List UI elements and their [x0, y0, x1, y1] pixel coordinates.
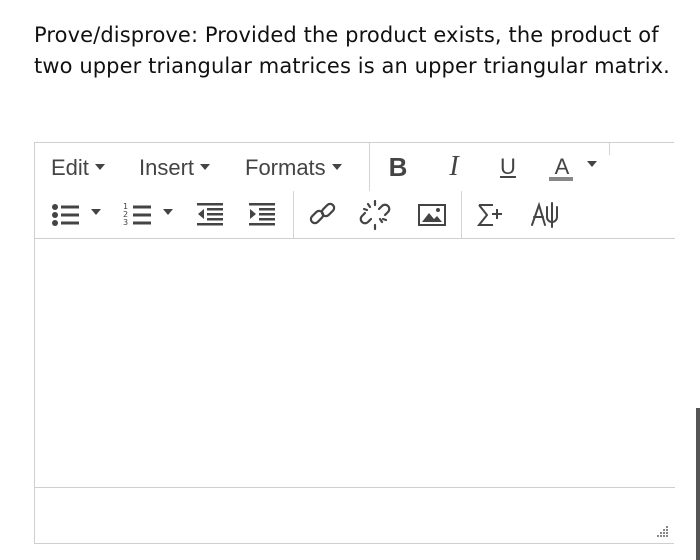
scrollbar[interactable] — [696, 408, 700, 560]
edit-menu-label: Edit — [51, 155, 89, 180]
bullet-list-icon — [52, 204, 79, 226]
chevron-down-icon — [331, 164, 342, 171]
indent-icon — [249, 203, 275, 226]
toolbar-row-2: 1 2 3 — [35, 191, 675, 239]
chevron-down-icon[interactable] — [163, 209, 173, 215]
insert-menu-label: Insert — [139, 155, 195, 180]
numbered-list-icon: 1 2 3 — [123, 202, 151, 227]
toolbar-separator — [461, 191, 462, 239]
outdent-button[interactable] — [195, 197, 225, 233]
toolbar-separator — [609, 143, 610, 155]
image-icon — [418, 204, 446, 226]
formats-menu-label: Formats — [245, 155, 326, 180]
italic-button[interactable]: I — [439, 149, 469, 185]
svg-text:3: 3 — [123, 218, 128, 227]
question-text: Prove/disprove: Provided the product exi… — [34, 23, 670, 78]
link-icon — [309, 202, 336, 225]
editor-toolbar: Edit Insert Formats B I U A 1 2 3 — [35, 143, 675, 239]
underline-button[interactable]: U — [493, 149, 523, 185]
editor-statusbar — [35, 488, 675, 544]
equation-icon — [476, 204, 502, 226]
insert-image-button[interactable] — [417, 197, 447, 233]
toolbar-separator — [293, 191, 294, 239]
toolbar-row-1: Edit Insert Formats B I U A — [35, 143, 675, 191]
special-character-icon — [531, 201, 558, 228]
resize-handle-icon[interactable] — [655, 524, 669, 538]
unlink-icon — [359, 199, 391, 231]
toolbar-separator — [369, 143, 370, 191]
rich-text-editor: Edit Insert Formats B I U A 1 2 3 — [34, 142, 675, 544]
font-color-label: A — [554, 154, 570, 179]
chevron-down-icon — [200, 164, 211, 171]
insert-link-button[interactable] — [307, 197, 339, 233]
font-color-button[interactable]: A — [547, 149, 577, 185]
numbered-list-button[interactable]: 1 2 3 — [123, 197, 153, 233]
editor-content-area[interactable] — [35, 239, 675, 488]
insert-menu-button[interactable]: Insert — [139, 153, 211, 183]
bullet-list-button[interactable] — [51, 197, 81, 233]
indent-button[interactable] — [247, 197, 277, 233]
chevron-down-icon[interactable] — [587, 161, 597, 167]
chevron-down-icon[interactable] — [91, 209, 101, 215]
insert-equation-button[interactable] — [475, 197, 509, 233]
remove-link-button[interactable] — [359, 197, 393, 233]
formats-menu-button[interactable]: Formats — [245, 153, 342, 183]
special-character-button[interactable] — [529, 197, 563, 233]
edit-menu-button[interactable]: Edit — [51, 153, 105, 183]
bold-button[interactable]: B — [383, 149, 413, 185]
outdent-icon — [197, 203, 223, 226]
chevron-down-icon — [94, 164, 105, 171]
font-color-swatch — [549, 177, 573, 181]
